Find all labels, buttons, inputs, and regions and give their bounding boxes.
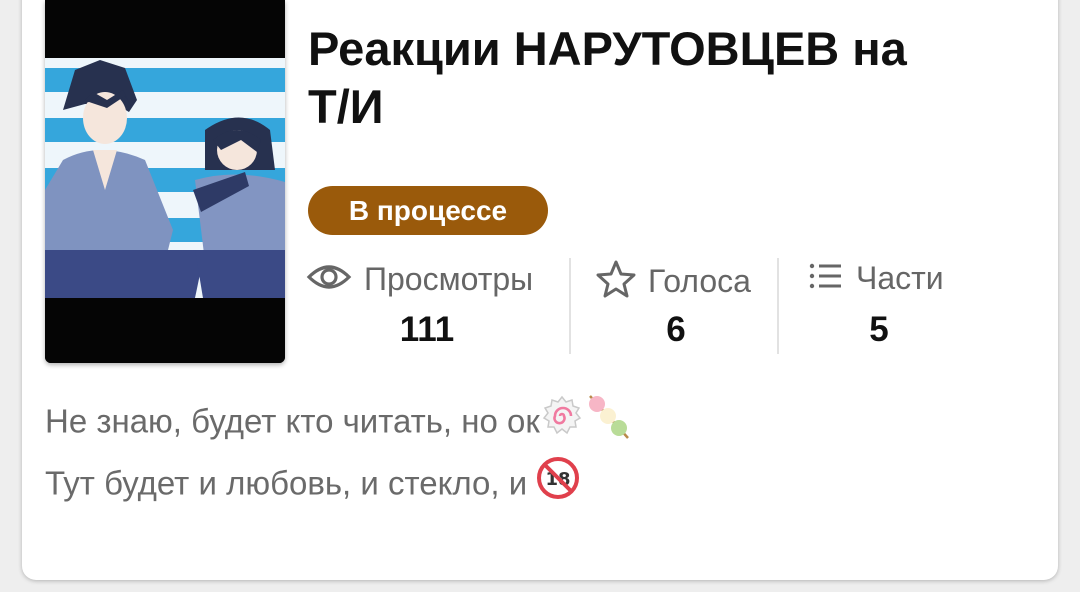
parts-stat: Части 5 — [808, 256, 950, 356]
no-under-18-emoji: 18 — [536, 456, 580, 516]
views-value: 111 — [399, 310, 455, 349]
views-label: Просмотры — [364, 261, 534, 297]
description-line1: Не знаю, будет кто читать, но ок — [45, 392, 1025, 456]
description-line2: Тут будет и любовь, и стекло, и 18 — [45, 456, 1025, 516]
description-line1-text: Не знаю, будет кто читать, но ок — [45, 402, 540, 440]
story-description: Не знаю, будет кто читать, но ок Тут буд… — [45, 392, 1025, 516]
story-title-line1: Реакции НАРУТОВЦЕВ на — [308, 22, 907, 75]
parts-value: 5 — [869, 310, 889, 349]
parts-label: Части — [856, 260, 944, 296]
description-line2-text: Тут будет и любовь, и стекло, и — [45, 464, 528, 502]
stats-divider — [777, 258, 779, 354]
eye-icon — [306, 260, 352, 299]
votes-value: 6 — [666, 310, 686, 349]
story-cover-image[interactable] — [45, 0, 285, 363]
stats-divider — [569, 258, 571, 354]
star-icon — [596, 260, 636, 303]
list-icon — [808, 261, 844, 296]
story-title-line2: Т/И — [308, 80, 384, 133]
views-stat: Просмотры 111 — [306, 256, 548, 356]
dango-emoji — [584, 392, 632, 456]
story-title[interactable]: Реакции НАРУТОВЦЕВ на Т/И — [308, 20, 1028, 136]
votes-stat: Голоса 6 — [596, 256, 756, 356]
story-stats: Просмотры 111 Голоса 6 Части 5 — [306, 256, 1026, 356]
status-badge: В процессе — [308, 186, 548, 235]
votes-label: Голоса — [648, 263, 751, 299]
fish-cake-emoji — [540, 394, 584, 454]
